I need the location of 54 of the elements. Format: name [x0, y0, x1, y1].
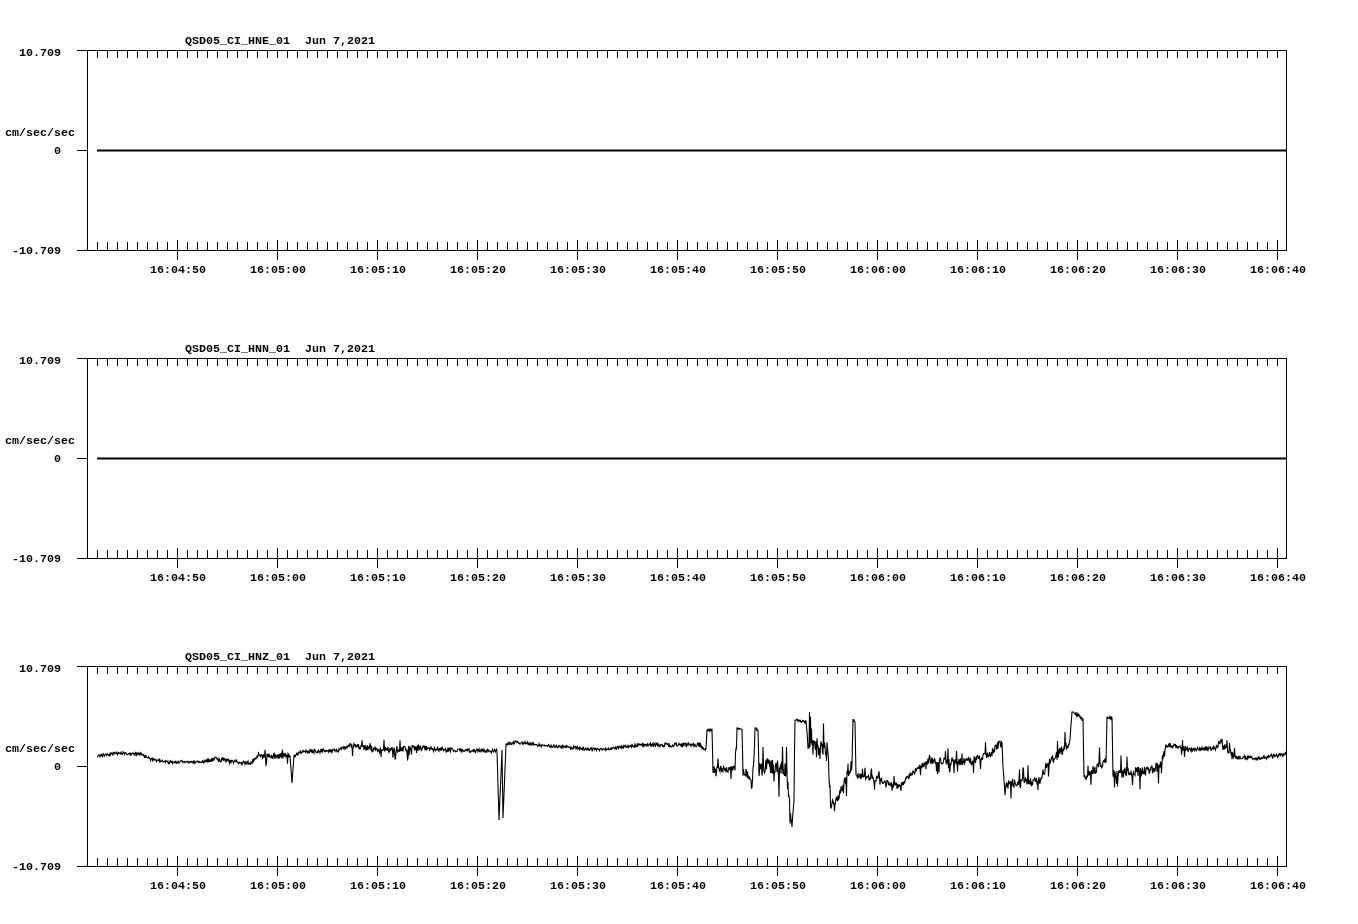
time-label: 16:06:40 [1250, 263, 1306, 277]
time-label: 16:05:30 [550, 263, 606, 277]
time-label: 16:06:20 [1050, 879, 1106, 893]
amplitude-label: 10.709 [19, 47, 61, 60]
unit-label: cm/sec/sec [5, 433, 75, 448]
time-label: 16:06:30 [1150, 571, 1206, 585]
time-label: 16:06:10 [950, 571, 1006, 585]
time-label: 16:05:40 [650, 571, 706, 585]
time-label: 16:05:20 [450, 571, 506, 585]
date-label: Jun 7,2021 [304, 343, 375, 355]
channel-title: QSD05_CI_HNE_01 [185, 35, 290, 47]
time-label: 16:05:00 [250, 571, 306, 585]
time-label: 16:05:50 [750, 571, 806, 585]
time-label: 16:05:40 [650, 879, 706, 893]
time-label: 16:05:50 [750, 263, 806, 277]
time-label: 16:06:10 [950, 879, 1006, 893]
time-label: 16:06:30 [1150, 263, 1206, 277]
time-label: 16:06:40 [1250, 571, 1306, 585]
time-label: 16:06:00 [850, 879, 906, 893]
amplitude-label: -10.709 [12, 244, 61, 258]
unit-label: cm/sec/sec [5, 125, 75, 140]
unit-label: cm/sec/sec [5, 741, 75, 756]
date-label: Jun 7,2021 [304, 651, 375, 663]
time-label: 16:05:30 [550, 879, 606, 893]
time-label: 16:05:50 [750, 879, 806, 893]
amplitude-label: 0 [54, 452, 61, 466]
time-label: 16:04:50 [150, 263, 206, 277]
time-label: 16:06:20 [1050, 263, 1106, 277]
time-label: 16:06:10 [950, 263, 1006, 277]
time-label: 16:06:30 [1150, 879, 1206, 893]
amplitude-label: 0 [54, 760, 61, 774]
time-label: 16:05:00 [250, 879, 306, 893]
time-label: 16:05:10 [350, 879, 406, 893]
time-label: 16:05:10 [350, 571, 406, 585]
time-label: 16:04:50 [150, 571, 206, 585]
channel-title: QSD05_CI_HNZ_01 [185, 651, 290, 663]
time-label: 16:06:00 [850, 263, 906, 277]
date-label: Jun 7,2021 [304, 35, 375, 47]
time-label: 16:05:10 [350, 263, 406, 277]
time-label: 16:05:40 [650, 263, 706, 277]
time-label: 16:05:30 [550, 571, 606, 585]
amplitude-label: -10.709 [12, 552, 61, 566]
amplitude-label: -10.709 [12, 860, 61, 874]
amplitude-label: 10.709 [19, 663, 61, 676]
channel-title: QSD05_CI_HNN_01 [185, 343, 290, 355]
amplitude-label: 10.709 [19, 355, 61, 368]
time-label: 16:05:00 [250, 263, 306, 277]
amplitude-label: 0 [54, 144, 61, 158]
time-label: 16:06:00 [850, 571, 906, 585]
time-label: 16:05:20 [450, 879, 506, 893]
time-label: 16:06:20 [1050, 571, 1106, 585]
time-label: 16:06:40 [1250, 879, 1306, 893]
time-label: 16:05:20 [450, 263, 506, 277]
time-label: 16:04:50 [150, 879, 206, 893]
